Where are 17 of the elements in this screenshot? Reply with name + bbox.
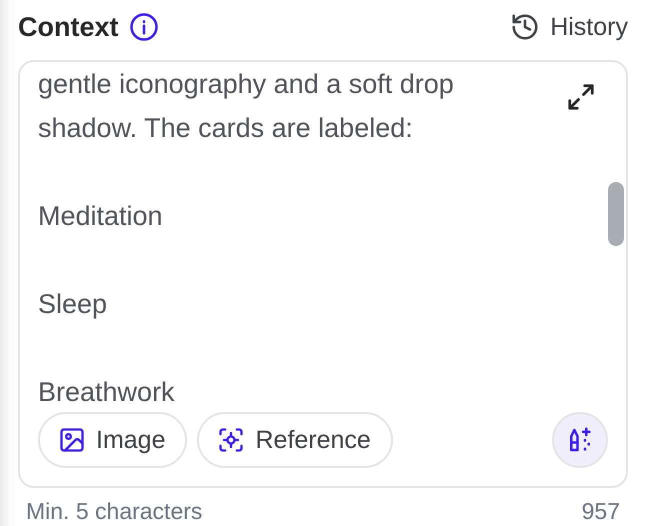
context-paragraph: Sleep bbox=[38, 288, 108, 321]
section-title: Context bbox=[18, 12, 118, 42]
scrollbar-thumb[interactable] bbox=[608, 182, 624, 246]
character-count: 957 bbox=[582, 498, 620, 525]
context-paragraph: Meditation bbox=[38, 200, 164, 233]
expand-icon bbox=[566, 82, 596, 112]
info-icon[interactable] bbox=[128, 12, 158, 42]
reference-button[interactable]: Reference bbox=[197, 412, 393, 468]
context-text-area[interactable]: gentle iconography and a soft drop shadow. The cards are labeled: Meditation Sleep Breathwork bbox=[20, 62, 626, 412]
history-button[interactable]: History bbox=[510, 12, 628, 42]
min-length-hint: Min. 5 characters bbox=[26, 498, 202, 525]
history-icon bbox=[510, 12, 540, 42]
focus-icon bbox=[217, 426, 246, 454]
context-paragraph: gentle iconography and a soft drop shadow. The cards are labeled: bbox=[38, 68, 455, 145]
image-icon bbox=[58, 426, 86, 454]
image-button[interactable]: Image bbox=[38, 412, 188, 468]
context-paragraph: Breathwork bbox=[38, 376, 176, 409]
